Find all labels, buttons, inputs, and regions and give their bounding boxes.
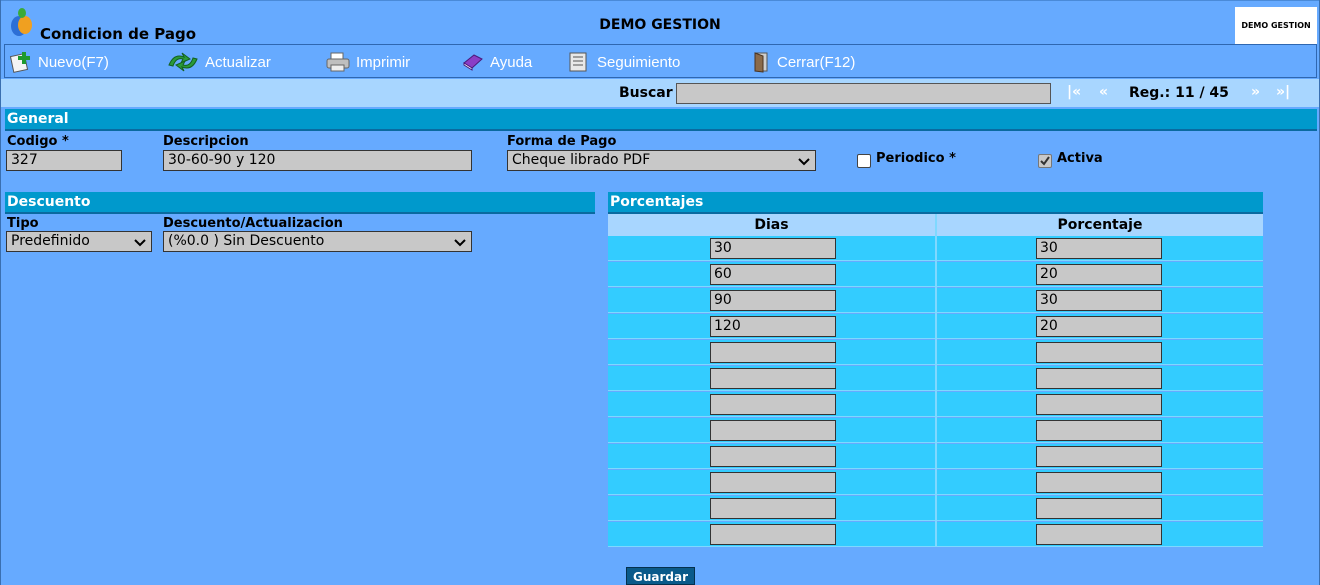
tracking-list-icon xyxy=(569,52,587,72)
dias-input[interactable] xyxy=(710,524,836,545)
porcentaje-input[interactable] xyxy=(1036,446,1162,467)
app-window: Condicion de Pago DEMO GESTION DEMO GEST… xyxy=(0,0,1320,585)
codigo-field[interactable]: 327 xyxy=(6,150,122,171)
forma-pago-label: Forma de Pago xyxy=(507,134,617,149)
chevron-down-icon xyxy=(454,239,466,247)
dias-input[interactable] xyxy=(710,498,836,519)
porcentaje-input[interactable]: 30 xyxy=(1036,290,1162,311)
header: Condicion de Pago DEMO GESTION DEMO GEST… xyxy=(1,0,1319,44)
new-document-icon xyxy=(9,52,30,73)
search-input[interactable] xyxy=(676,83,1051,104)
imprimir-button[interactable]: Imprimir xyxy=(325,50,410,74)
forma-pago-select[interactable]: Cheque librado PDF xyxy=(507,150,816,171)
column-header-dias: Dias xyxy=(608,214,935,236)
next-record-button[interactable]: » xyxy=(1251,84,1260,100)
dias-input[interactable] xyxy=(710,394,836,415)
descuento-actualizacion-label: Descuento/Actualizacion xyxy=(163,216,343,231)
search-label: Buscar xyxy=(619,85,673,101)
dias-input[interactable] xyxy=(710,446,836,467)
periodico-checkbox[interactable] xyxy=(857,154,871,168)
porcentaje-input[interactable] xyxy=(1036,368,1162,389)
seguimiento-label: Seguimiento xyxy=(597,53,681,71)
company-title: DEMO GESTION xyxy=(599,17,721,33)
codigo-label: Codigo * xyxy=(7,134,69,149)
dias-input[interactable]: 90 xyxy=(710,290,836,311)
last-record-button[interactable]: »| xyxy=(1276,84,1290,100)
tipo-value: Predefinido xyxy=(11,233,90,249)
dias-input[interactable]: 30 xyxy=(710,238,836,259)
porcentaje-input[interactable] xyxy=(1036,524,1162,545)
actualizar-label: Actualizar xyxy=(205,53,271,71)
column-divider xyxy=(935,214,937,546)
activa-label: Activa xyxy=(1057,151,1103,166)
help-book-icon xyxy=(463,54,483,71)
descuento-section-header: Descuento xyxy=(5,192,595,214)
descuento-actualizacion-value: (%0.0 ) Sin Descuento xyxy=(168,233,325,249)
tipo-select[interactable]: Predefinido xyxy=(6,231,152,252)
dias-input[interactable] xyxy=(710,368,836,389)
porcentaje-input[interactable] xyxy=(1036,498,1162,519)
imprimir-label: Imprimir xyxy=(356,53,411,71)
chevron-down-icon xyxy=(134,239,146,247)
search-bar: Buscar |« « Reg.: 11 / 45 » »| xyxy=(1,79,1319,107)
periodico-label: Periodico * xyxy=(876,151,956,166)
nuevo-label: Nuevo(F7) xyxy=(38,53,109,71)
chevron-down-icon xyxy=(798,158,810,166)
cerrar-button[interactable]: Cerrar(F12) xyxy=(750,50,855,74)
tipo-label: Tipo xyxy=(7,216,39,231)
porcentaje-input[interactable] xyxy=(1036,394,1162,415)
porcentaje-input[interactable]: 20 xyxy=(1036,264,1162,285)
descripcion-field[interactable]: 30-60-90 y 120 xyxy=(163,150,472,171)
dias-input[interactable]: 60 xyxy=(710,264,836,285)
cerrar-label: Cerrar(F12) xyxy=(777,53,856,71)
toolbar: Nuevo(F7) Actualizar Imprimir Ayuda Segu… xyxy=(4,44,1317,78)
dias-input[interactable] xyxy=(710,420,836,441)
forma-pago-value: Cheque librado PDF xyxy=(512,152,651,168)
brand-logo: DEMO GESTION xyxy=(1235,7,1317,44)
activa-checkbox[interactable] xyxy=(1038,154,1052,168)
descuento-actualizacion-select[interactable]: (%0.0 ) Sin Descuento xyxy=(163,231,472,252)
record-counter: Reg.: 11 / 45 xyxy=(1129,85,1229,101)
actualizar-button[interactable]: Actualizar xyxy=(166,50,271,74)
seguimiento-button[interactable]: Seguimiento xyxy=(566,50,680,74)
dias-input[interactable]: 120 xyxy=(710,316,836,337)
refresh-icon xyxy=(168,52,198,72)
nuevo-button[interactable]: Nuevo(F7) xyxy=(9,50,109,74)
dias-input[interactable] xyxy=(710,342,836,363)
checkmark-icon xyxy=(1040,156,1050,166)
printer-icon xyxy=(326,52,350,72)
porcentaje-input[interactable]: 30 xyxy=(1036,238,1162,259)
dias-input[interactable] xyxy=(710,472,836,493)
descripcion-label: Descripcion xyxy=(163,134,249,149)
close-door-icon xyxy=(754,52,768,73)
ayuda-button[interactable]: Ayuda xyxy=(461,50,532,74)
porcentaje-input[interactable] xyxy=(1036,342,1162,363)
column-header-porcentaje: Porcentaje xyxy=(937,214,1263,236)
first-record-button[interactable]: |« xyxy=(1067,84,1081,100)
guardar-button[interactable]: Guardar xyxy=(626,567,695,585)
ayuda-label: Ayuda xyxy=(490,53,533,71)
porcentaje-input[interactable]: 20 xyxy=(1036,316,1162,337)
porcentaje-input[interactable] xyxy=(1036,472,1162,493)
porcentajes-section-header: Porcentajes xyxy=(608,192,1263,214)
porcentaje-input[interactable] xyxy=(1036,420,1162,441)
general-section-header: General xyxy=(5,109,1317,131)
prev-record-button[interactable]: « xyxy=(1099,84,1108,100)
